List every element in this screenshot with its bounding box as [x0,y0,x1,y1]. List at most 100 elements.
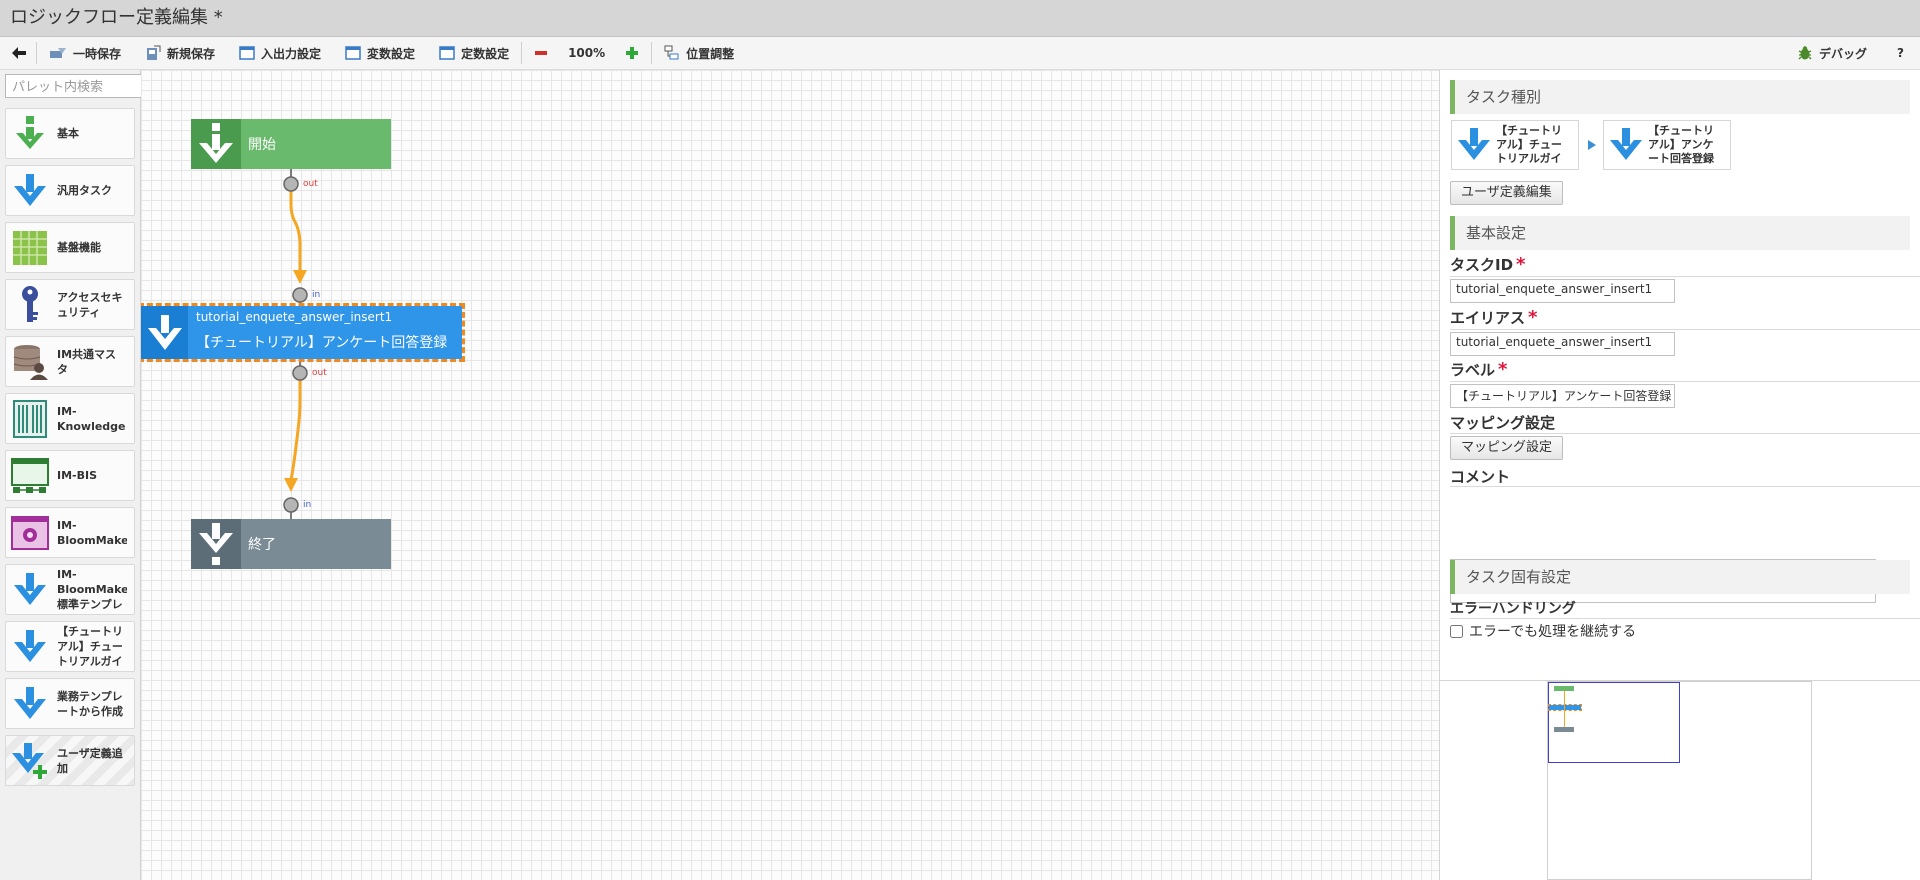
palette-item-business-template[interactable]: 業務テンプレートから作成 [5,678,135,729]
crumb-label: 【チュートリアル】チュートリアルガイ [1496,124,1562,165]
port-label-in: in [303,500,312,510]
bug-icon [1798,46,1812,60]
port-label-out: out [312,368,327,378]
palette-item-add-user-definition[interactable]: ユーザ定義追加 [5,735,135,786]
back-button[interactable] [0,37,36,70]
divider [1450,486,1920,487]
divider [1450,381,1920,382]
port-task-out [292,365,308,381]
palette-item-label: 業務テンプレートから作成 [57,689,123,718]
window-icon [239,46,255,60]
window-title: ロジックフロー定義編集 * [0,0,1920,37]
io-settings-button[interactable]: 入出力設定 [227,37,333,70]
palette-item-platform[interactable]: 基盤機能 [5,222,135,273]
io-settings-label: 入出力設定 [261,46,322,61]
palette-item-bloommaker-template[interactable]: IM-BloomMaker標準テンプレ [5,564,135,615]
toolbar: 一時保存 新規保存 入出力設定 変数設定 定数設定 100% 位置調整 デバッグ… [0,37,1920,70]
divider [1450,329,1920,330]
task-type-crumb-current[interactable]: 【チュートリアル】アンケート回答登録 [1603,120,1731,170]
position-adjust-button[interactable]: 位置調整 [652,37,746,70]
palette-item-im-knowledge[interactable]: IM-Knowledge [5,393,135,444]
user-definition-edit-button[interactable]: ユーザ定義編集 [1450,181,1563,205]
temp-save-icon [50,48,66,58]
connector-arrowhead [284,478,298,492]
start-down-arrow-icon [191,119,241,169]
new-save-label: 新規保存 [167,46,216,61]
palette-item-label: IM-BloomMaker標準テンプレ [57,568,127,611]
task-node-label: 【チュートリアル】アンケート回答登録 [196,335,448,351]
port-end-in [283,497,299,513]
start-node-label: 開始 [248,137,276,153]
connectors-layer [283,169,308,519]
debug-button[interactable]: デバッグ [1785,37,1885,70]
layout-adjust-icon [664,45,679,60]
port-label-out: out [303,179,318,189]
palette-item-basic[interactable]: 基本 [5,108,135,159]
palette-item-label: IM共通マスタ [57,347,117,376]
properties-panel: タスク種別 【チュートリアル】チュートリアルガイ 【チュートリアル】アンケート回… [1439,70,1920,880]
minimap[interactable] [1547,681,1812,880]
palette-search-input[interactable] [5,74,152,98]
flow-canvas[interactable]: out in out in 開始 tutorial_enquete_answer… [141,70,1439,880]
end-node[interactable]: 終了 [191,519,391,569]
palette-item-access-security[interactable]: アクセスセキュリティ [5,279,135,330]
mapping-settings-button[interactable]: マッピング設定 [1450,436,1564,460]
minimap-connector [1564,691,1565,727]
continue-on-error-option[interactable]: エラーでも処理を継続する [1450,621,1636,641]
end-down-arrow-icon [191,519,241,569]
debug-label: デバッグ [1819,46,1868,61]
palette-item-label: 【チュートリアル】チュートリアルガイ [57,625,123,668]
task-node-selected[interactable]: tutorial_enquete_answer_insert1 【チュートリアル… [141,303,465,362]
task-node-text: tutorial_enquete_answer_insert1 【チュートリアル… [188,306,447,359]
green-down-arrow-icon [11,114,49,154]
continue-on-error-checkbox[interactable] [1450,624,1463,638]
constant-settings-button[interactable]: 定数設定 [427,37,521,70]
section-task-type: タスク種別 [1450,80,1910,114]
blue-down-arrow-icon [11,171,49,211]
palette: 基本 汎用タスク 基盤機能 アクセスセキュリティ IM共通マスタ [0,70,152,880]
palette-item-label: 基盤機能 [57,241,101,254]
new-save-icon [147,45,161,60]
start-node[interactable]: 開始 [191,119,391,169]
minimap-end-node [1554,727,1574,732]
palette-item-label: IM-BloomMaker [57,518,127,547]
zoom-level: 100% [568,46,606,60]
label-field[interactable]: 【チュートリアル】アンケート回答登録 [1450,384,1675,408]
blue-down-arrow-icon [11,627,49,667]
window-icon [439,46,455,60]
green-grid-icon [11,228,49,268]
new-save-button[interactable]: 新規保存 [133,37,227,70]
minimap-viewport[interactable] [1548,682,1680,763]
position-adjust-label: 位置調整 [686,46,735,61]
divider [1450,276,1920,277]
connector-line [289,373,302,481]
arrow-left-icon [12,47,26,59]
minus-icon [535,51,548,55]
blue-down-arrow-icon [1610,128,1642,160]
palette-item-label: ユーザ定義追加 [57,746,123,775]
palette-item-im-bis[interactable]: IM-BIS [5,450,135,501]
palette-item-label: IM-BIS [57,469,98,482]
help-button[interactable]: ? [1885,37,1920,70]
temp-save-label: 一時保存 [73,46,122,61]
mapping-settings-label: マッピング設定 [1450,414,1556,432]
palette-list: 基本 汎用タスク 基盤機能 アクセスセキュリティ IM共通マスタ IM-Know… [5,108,135,792]
task-id-label: タスクID * [1450,254,1526,275]
palette-item-tutorial[interactable]: 【チュートリアル】チュートリアルガイ [5,621,135,672]
zoom-in-button[interactable] [613,37,651,70]
port-label-in: in [312,290,321,300]
required-mark: * [1528,307,1538,328]
task-id-field[interactable]: tutorial_enquete_answer_insert1 [1450,279,1675,303]
zoom-out-button[interactable] [522,37,560,70]
key-icon [11,285,49,325]
blue-down-arrow-icon [11,570,49,610]
required-mark: * [1516,254,1526,275]
palette-item-im-bloommaker[interactable]: IM-BloomMaker [5,507,135,558]
palette-item-general-task[interactable]: 汎用タスク [5,165,135,216]
variable-settings-button[interactable]: 変数設定 [333,37,427,70]
palette-item-im-master[interactable]: IM共通マスタ [5,336,135,387]
task-type-crumb-category[interactable]: 【チュートリアル】チュートリアルガイ [1451,120,1579,170]
comment-label: コメント [1450,468,1511,486]
temp-save-button[interactable]: 一時保存 [37,37,133,70]
alias-field[interactable]: tutorial_enquete_answer_insert1 [1450,332,1675,356]
